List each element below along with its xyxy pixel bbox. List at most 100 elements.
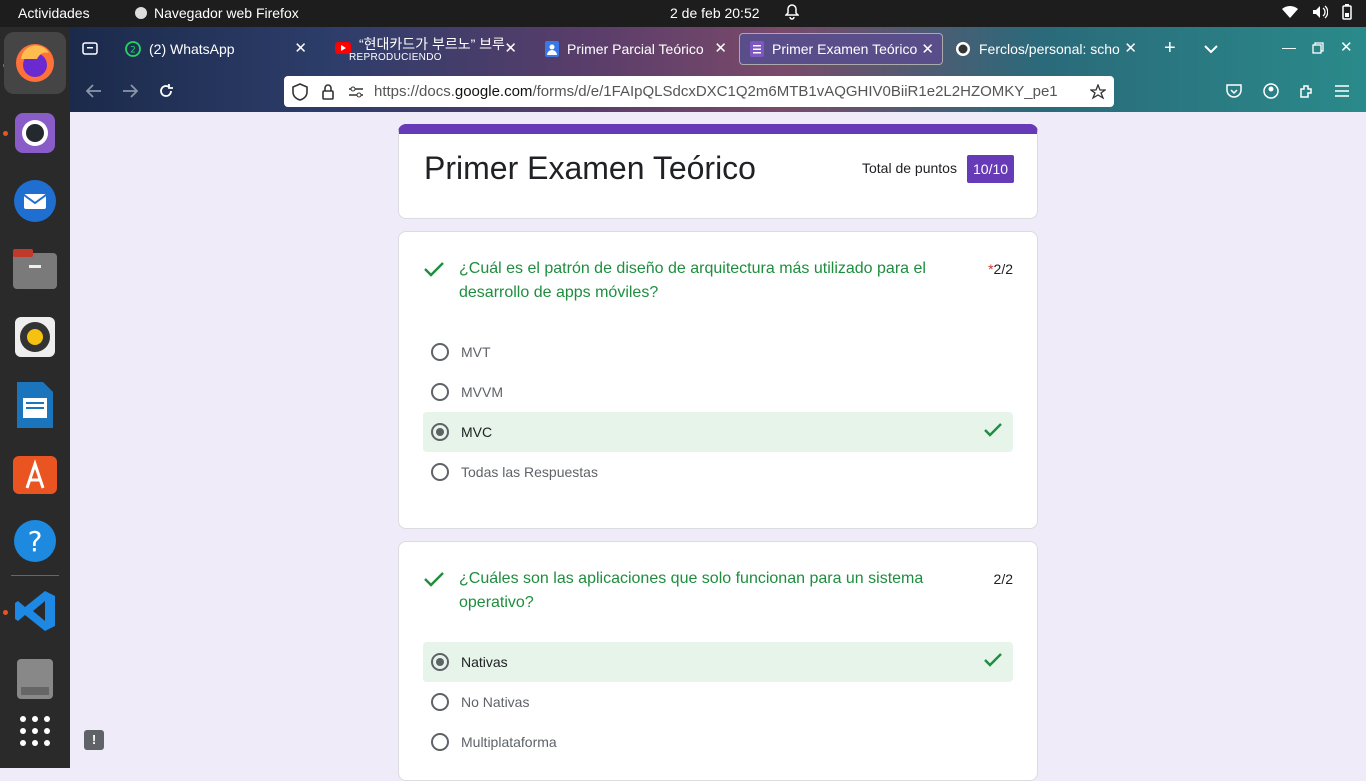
- vscode-icon[interactable]: [11, 587, 59, 635]
- extensions-icon[interactable]: [1299, 83, 1315, 104]
- app-center-icon[interactable]: [11, 449, 59, 497]
- hamburger-menu-icon[interactable]: [1335, 84, 1349, 102]
- forms-icon: [545, 41, 559, 57]
- minimize-icon[interactable]: —: [1282, 39, 1296, 55]
- url-bar[interactable]: https://docs.google.com/forms/d/e/1FAIpQ…: [284, 76, 1114, 107]
- option-row: No Nativas: [423, 682, 1013, 722]
- question-score: *2/2: [988, 261, 1013, 277]
- forward-icon[interactable]: [122, 84, 139, 103]
- radio-button: [431, 343, 449, 361]
- help-icon[interactable]: ?: [11, 517, 59, 565]
- close-tab-icon[interactable]: ✕: [504, 39, 517, 57]
- tab-title: Ferclos/personal: scho: [979, 41, 1120, 57]
- correct-check-icon: [984, 653, 1002, 667]
- close-tab-icon[interactable]: ✕: [294, 39, 307, 57]
- chevron-down-icon[interactable]: [1204, 41, 1218, 59]
- firefox-small-icon: [135, 7, 147, 19]
- option-label: Todas las Respuestas: [461, 464, 598, 480]
- svg-text:?: ?: [28, 525, 43, 558]
- question-text: ¿Cuáles son las aplicaciones que solo fu…: [459, 570, 924, 611]
- option-row: MVT: [423, 332, 1013, 372]
- new-tab-icon[interactable]: +: [1164, 37, 1176, 60]
- tab-youtube[interactable]: “현대카드가 부르노” 브루 REPRODUCIENDO ✕: [325, 33, 525, 65]
- reload-icon[interactable]: [158, 83, 174, 104]
- permissions-icon: [349, 86, 363, 97]
- activities-button[interactable]: Actividades: [18, 5, 90, 21]
- dock: ?: [0, 27, 70, 768]
- tab-whatsapp[interactable]: 2 (2) WhatsApp ✕: [115, 33, 315, 65]
- tab-title: “현대카드가 부르노” 브루: [359, 36, 505, 52]
- feedback-icon[interactable]: !: [84, 730, 104, 750]
- writer-icon[interactable]: [11, 381, 59, 429]
- radio-button: [431, 383, 449, 401]
- tab-strip: 2 (2) WhatsApp ✕ “현대카드가 부르노” 브루 REPRODUC…: [70, 27, 1366, 71]
- forms-icon: [750, 41, 764, 57]
- running-indicator: [3, 131, 8, 136]
- radio-button-selected: [431, 423, 449, 441]
- correct-check-icon: [424, 572, 444, 587]
- volume-icon: [1313, 5, 1328, 19]
- option-row-selected-correct: Nativas: [423, 642, 1013, 682]
- option-label: Nativas: [461, 654, 508, 670]
- tab-title: Primer Examen Teórico: [772, 41, 918, 57]
- back-icon[interactable]: [85, 84, 102, 103]
- system-menu[interactable]: [1282, 4, 1352, 20]
- option-label: MVC: [461, 424, 493, 440]
- correct-check-icon: [984, 423, 1002, 437]
- total-points-label: Total de puntos: [862, 160, 957, 176]
- tab-primer-parcial[interactable]: Primer Parcial Teórico ✕: [535, 33, 735, 65]
- account-icon[interactable]: [1263, 83, 1279, 104]
- app-name: Navegador web Firefox: [154, 5, 299, 21]
- option-label: No Nativas: [461, 694, 530, 710]
- option-label: Multiplataforma: [461, 734, 557, 750]
- question-card: ¿Cuál es el patrón de diseño de arquitec…: [398, 231, 1038, 529]
- battery-icon: [1342, 4, 1352, 20]
- whatsapp-icon: 2: [125, 41, 141, 57]
- tab-playing-status: REPRODUCIENDO: [349, 52, 442, 63]
- github-icon[interactable]: [11, 109, 59, 157]
- tab-title: (2) WhatsApp: [149, 41, 235, 57]
- form-header-card: Primer Examen Teórico Total de puntos 10…: [398, 124, 1038, 219]
- radio-button: [431, 693, 449, 711]
- firefox-icon[interactable]: [4, 32, 66, 94]
- url-text[interactable]: https://docs.google.com/forms/d/e/1FAIpQ…: [374, 83, 1074, 100]
- radio-button: [431, 463, 449, 481]
- app-menu[interactable]: Navegador web Firefox: [134, 5, 299, 21]
- tab-list-icon[interactable]: [82, 40, 98, 61]
- bell-icon: [784, 4, 800, 23]
- ssd-icon[interactable]: [11, 655, 59, 703]
- correct-check-icon: [424, 262, 444, 277]
- score-value: 2/2: [993, 571, 1013, 587]
- bookmark-star-icon[interactable]: [1090, 83, 1106, 100]
- thunderbird-icon[interactable]: [11, 177, 59, 225]
- rhythmbox-icon[interactable]: [11, 313, 59, 361]
- option-row: Multiplataforma: [423, 722, 1013, 762]
- option-row: MVVM: [423, 372, 1013, 412]
- tab-github[interactable]: Ferclos/personal: scho ✕: [945, 33, 1145, 65]
- option-label: MVVM: [461, 384, 503, 400]
- files-icon[interactable]: [11, 245, 59, 293]
- system-top-bar: Actividades Navegador web Firefox 2 de f…: [0, 0, 1366, 27]
- question-text: ¿Cuál es el patrón de diseño de arquitec…: [459, 260, 926, 301]
- dock-separator: [11, 575, 59, 576]
- form-title: Primer Examen Teórico: [424, 150, 756, 186]
- close-window-icon[interactable]: ✕: [1340, 38, 1353, 56]
- score-value: 2/2: [993, 261, 1013, 277]
- close-tab-icon[interactable]: ✕: [1124, 39, 1137, 57]
- option-row-selected-correct: MVC: [423, 412, 1013, 452]
- running-indicator: [3, 610, 8, 615]
- shield-icon: [292, 82, 308, 101]
- clock[interactable]: 2 de feb 20:52: [670, 5, 760, 21]
- tab-primer-examen[interactable]: Primer Examen Teórico ✕: [739, 33, 943, 65]
- apps-grid-icon[interactable]: [11, 707, 59, 755]
- close-tab-icon[interactable]: ✕: [714, 39, 727, 57]
- close-tab-icon[interactable]: ✕: [921, 40, 934, 58]
- url-prefix: https://docs.: [374, 83, 455, 100]
- url-path: /forms/d/e/1FAIpQLSdcxDXC1Q2m6MTB1vAQGHI…: [532, 83, 1058, 100]
- wifi-icon: [1282, 5, 1298, 19]
- radio-button: [431, 733, 449, 751]
- radio-button-selected: [431, 653, 449, 671]
- maximize-icon[interactable]: [1312, 41, 1324, 59]
- question-card: ¿Cuáles son las aplicaciones que solo fu…: [398, 541, 1038, 781]
- pocket-icon[interactable]: [1226, 83, 1242, 104]
